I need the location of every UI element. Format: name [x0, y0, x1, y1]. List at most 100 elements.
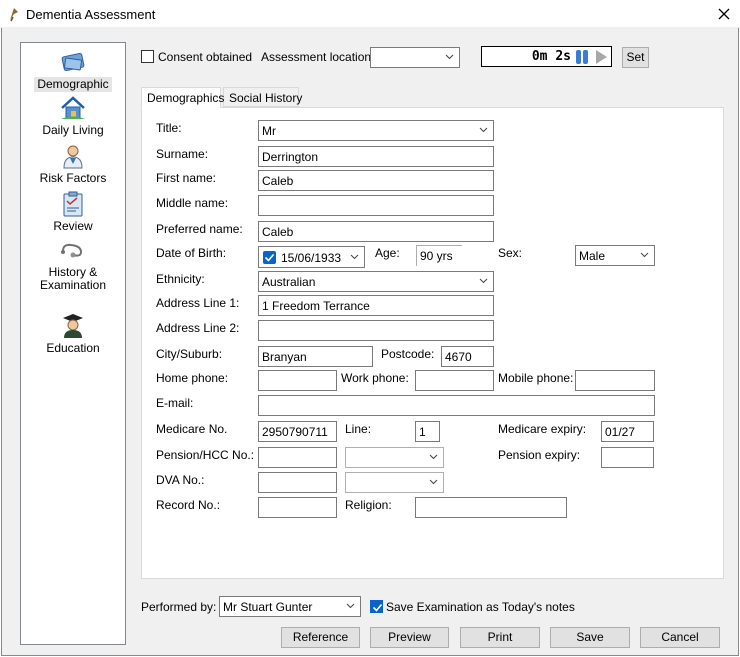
chevron-down-icon	[429, 479, 438, 485]
save-button[interactable]: Save	[550, 627, 630, 648]
reference-button[interactable]: Reference	[281, 627, 360, 648]
clipboard-icon	[63, 191, 83, 217]
nav-item-label: History & Examination	[39, 265, 107, 292]
medicare-label: Medicare No.	[156, 422, 228, 436]
id-card-icon	[61, 52, 85, 72]
nav-item-daily-living[interactable]: Daily Living	[21, 95, 125, 138]
nav-item-label: Review	[53, 219, 93, 233]
nav-item-label: Daily Living	[42, 123, 104, 137]
location-select[interactable]	[370, 47, 460, 68]
pension-field[interactable]	[258, 447, 337, 468]
religion-field[interactable]	[415, 497, 567, 518]
age-label: Age:	[375, 246, 400, 260]
address-line-2-field[interactable]	[258, 320, 494, 341]
graduate-icon	[63, 314, 83, 338]
preferred-name-field[interactable]: Caleb	[258, 221, 494, 242]
address-line-1-label: Address Line 1:	[156, 296, 240, 310]
demographics-panel: Title: Mr Surname: Derrington First name…	[141, 107, 724, 579]
chevron-down-icon	[479, 127, 488, 133]
dob-value: 15/06/1933	[281, 251, 342, 265]
dva-type-select[interactable]	[345, 472, 444, 493]
ethnicity-value: Australian	[262, 275, 316, 289]
dva-field[interactable]	[258, 472, 337, 493]
chevron-down-icon	[346, 603, 355, 609]
window-title: Dementia Assessment	[26, 7, 156, 22]
checkmark-icon	[372, 603, 383, 612]
pension-type-select[interactable]	[345, 447, 444, 468]
stethoscope-icon	[61, 243, 83, 258]
preferred-name-label: Preferred name:	[156, 222, 243, 236]
home-phone-field[interactable]	[258, 370, 337, 391]
timer-display: 0m 2s	[481, 46, 612, 67]
record-label: Record No.:	[156, 498, 221, 512]
title-bar: Dementia Assessment	[0, 0, 740, 28]
nav-item-demographic[interactable]: Demographic	[21, 51, 125, 92]
city-label: City/Suburb:	[156, 347, 223, 361]
pension-expiry-field[interactable]	[601, 447, 654, 468]
nav-item-education[interactable]: Education	[21, 311, 125, 356]
line-field[interactable]: 1	[415, 421, 440, 442]
dob-label: Date of Birth:	[156, 246, 227, 260]
chevron-down-icon	[479, 278, 488, 284]
mobile-phone-label: Mobile phone:	[498, 371, 574, 385]
pause-icon[interactable]	[574, 49, 590, 65]
cancel-button[interactable]: Cancel	[640, 627, 720, 648]
tab-social-history[interactable]: Social History	[223, 87, 302, 107]
performed-by-label: Performed by:	[141, 600, 217, 614]
dob-enabled-checkbox[interactable]	[263, 251, 276, 264]
print-button[interactable]: Print	[460, 627, 540, 648]
checkmark-icon	[264, 253, 275, 262]
postcode-field[interactable]: 4670	[441, 346, 494, 367]
house-icon	[61, 96, 85, 119]
ethnicity-select[interactable]: Australian	[258, 271, 494, 292]
save-notes-checkbox[interactable]	[370, 600, 383, 613]
postcode-label: Postcode:	[381, 347, 435, 361]
location-label: Assessment location:	[261, 50, 375, 64]
dva-label: DVA No.:	[156, 473, 205, 487]
section-nav: Demographic Daily Living Risk Factors Re…	[20, 42, 126, 645]
pension-label: Pension/HCC No.:	[156, 448, 255, 462]
tab-demographics[interactable]: Demographics	[141, 87, 224, 108]
work-phone-field[interactable]	[415, 370, 494, 391]
title-value: Mr	[262, 124, 276, 138]
nav-item-label: Education	[46, 341, 100, 355]
middle-name-label: Middle name:	[156, 196, 229, 210]
line-label: Line:	[345, 422, 372, 436]
address-line-1-field[interactable]: 1 Freedom Terrance	[258, 295, 494, 316]
first-name-field[interactable]: Caleb	[258, 170, 494, 191]
sex-select[interactable]: Male	[575, 245, 655, 266]
sex-value: Male	[579, 249, 606, 263]
record-field[interactable]	[258, 497, 337, 518]
chevron-down-icon	[445, 54, 454, 60]
doctor-icon	[63, 145, 83, 169]
surname-field[interactable]: Derrington	[258, 146, 494, 167]
nav-item-review[interactable]: Review	[21, 191, 125, 234]
pension-expiry-label: Pension expiry:	[498, 448, 581, 462]
nav-item-history-examination[interactable]: History & Examination	[21, 241, 125, 293]
play-icon[interactable]	[593, 49, 609, 65]
work-phone-label: Work phone:	[341, 371, 409, 385]
medicare-expiry-field[interactable]: 01/27	[601, 421, 654, 442]
medicare-field[interactable]: 2950790711	[258, 421, 337, 442]
chevron-down-icon	[350, 254, 359, 260]
middle-name-field[interactable]	[258, 195, 494, 216]
title-label: Title:	[156, 121, 182, 135]
chevron-down-icon	[640, 252, 649, 258]
consent-checkbox[interactable]	[141, 50, 154, 63]
nav-item-risk-factors[interactable]: Risk Factors	[21, 143, 125, 186]
email-field[interactable]	[258, 395, 655, 416]
preview-button[interactable]: Preview	[370, 627, 449, 648]
app-icon	[10, 8, 18, 22]
surname-label: Surname:	[156, 147, 209, 161]
performed-by-select[interactable]: Mr Stuart Gunter	[219, 596, 361, 617]
religion-label: Religion:	[345, 498, 392, 512]
first-name-label: First name:	[156, 171, 217, 185]
dob-picker[interactable]: 15/06/1933	[258, 246, 365, 268]
address-line-2-label: Address Line 2:	[156, 321, 240, 335]
timer-value: 0m 2s	[531, 49, 571, 64]
mobile-phone-field[interactable]	[575, 370, 655, 391]
title-select[interactable]: Mr	[258, 120, 494, 141]
close-icon[interactable]	[714, 4, 734, 24]
city-field[interactable]: Branyan	[258, 346, 373, 367]
set-timer-button[interactable]: Set	[622, 47, 649, 68]
